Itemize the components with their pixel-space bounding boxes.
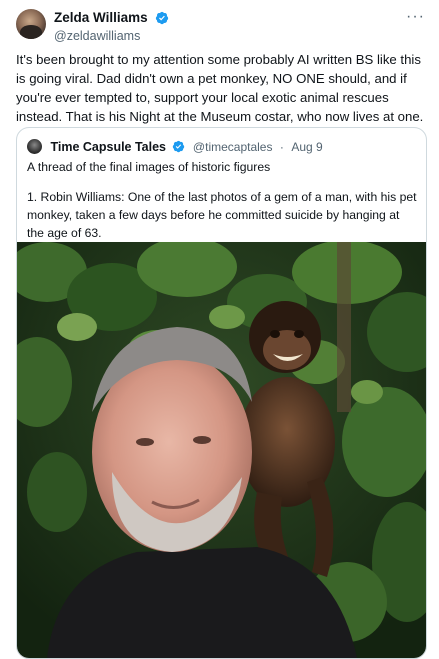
quoted-text-line-1: A thread of the final images of historic… xyxy=(27,160,271,174)
separator-dot: · xyxy=(279,139,284,154)
quoted-photo[interactable] xyxy=(17,242,426,658)
more-options-icon[interactable]: ··· xyxy=(406,8,425,26)
quoted-avatar[interactable] xyxy=(27,139,42,155)
author-names: Zelda Williams @zeldawilliams xyxy=(54,9,169,44)
tree-trunk xyxy=(337,242,351,412)
avatar[interactable] xyxy=(16,9,46,39)
quoted-date[interactable]: Aug 9 xyxy=(291,140,322,154)
display-name[interactable]: Zelda Williams xyxy=(54,10,148,26)
tweet-header: Zelda Williams @zeldawilliams ··· xyxy=(16,8,427,44)
quoted-tweet-header: Time Capsule Tales @timecaptales · Aug 9 xyxy=(27,138,323,156)
verified-badge-icon xyxy=(155,11,169,24)
quoted-tweet[interactable]: Time Capsule Tales @timecaptales · Aug 9… xyxy=(16,127,427,659)
verified-badge-icon xyxy=(173,141,185,153)
tweet: Zelda Williams @zeldawilliams ··· It's b… xyxy=(0,0,439,659)
quoted-text-line-2: 1. Robin Williams: One of the last photo… xyxy=(27,190,417,240)
handle[interactable]: @zeldawilliams xyxy=(54,28,169,44)
quoted-handle[interactable]: @timecaptales xyxy=(193,140,273,154)
quoted-display-name[interactable]: Time Capsule Tales xyxy=(50,140,166,154)
tweet-text: It's been brought to my attention some p… xyxy=(16,52,424,124)
